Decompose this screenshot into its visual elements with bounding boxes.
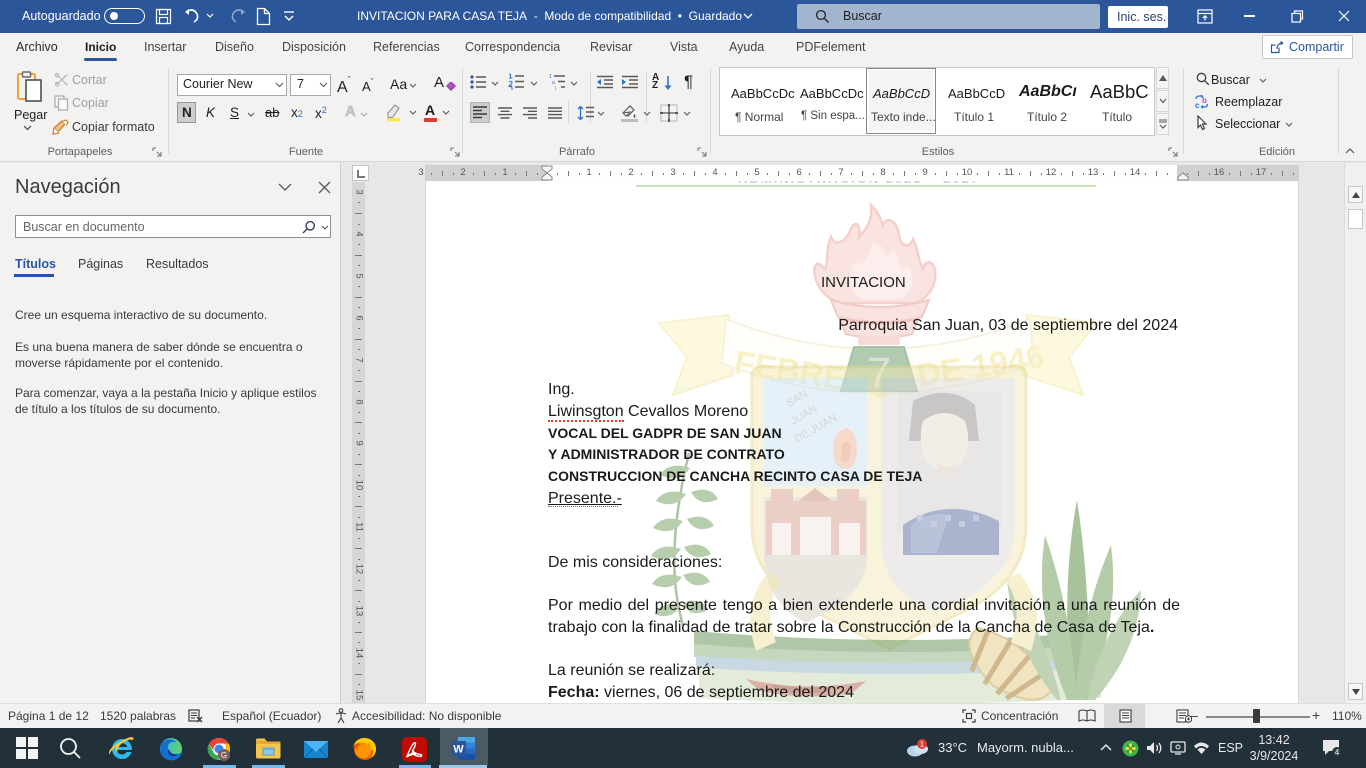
svg-text:1: 1 xyxy=(920,740,925,749)
svg-text:i: i xyxy=(555,86,556,90)
svg-text:b: b xyxy=(1202,96,1207,105)
svg-text:c: c xyxy=(1195,101,1200,110)
svg-text:W: W xyxy=(453,744,464,756)
svg-text:4: 4 xyxy=(1335,748,1340,757)
svg-text:G: G xyxy=(221,751,227,760)
